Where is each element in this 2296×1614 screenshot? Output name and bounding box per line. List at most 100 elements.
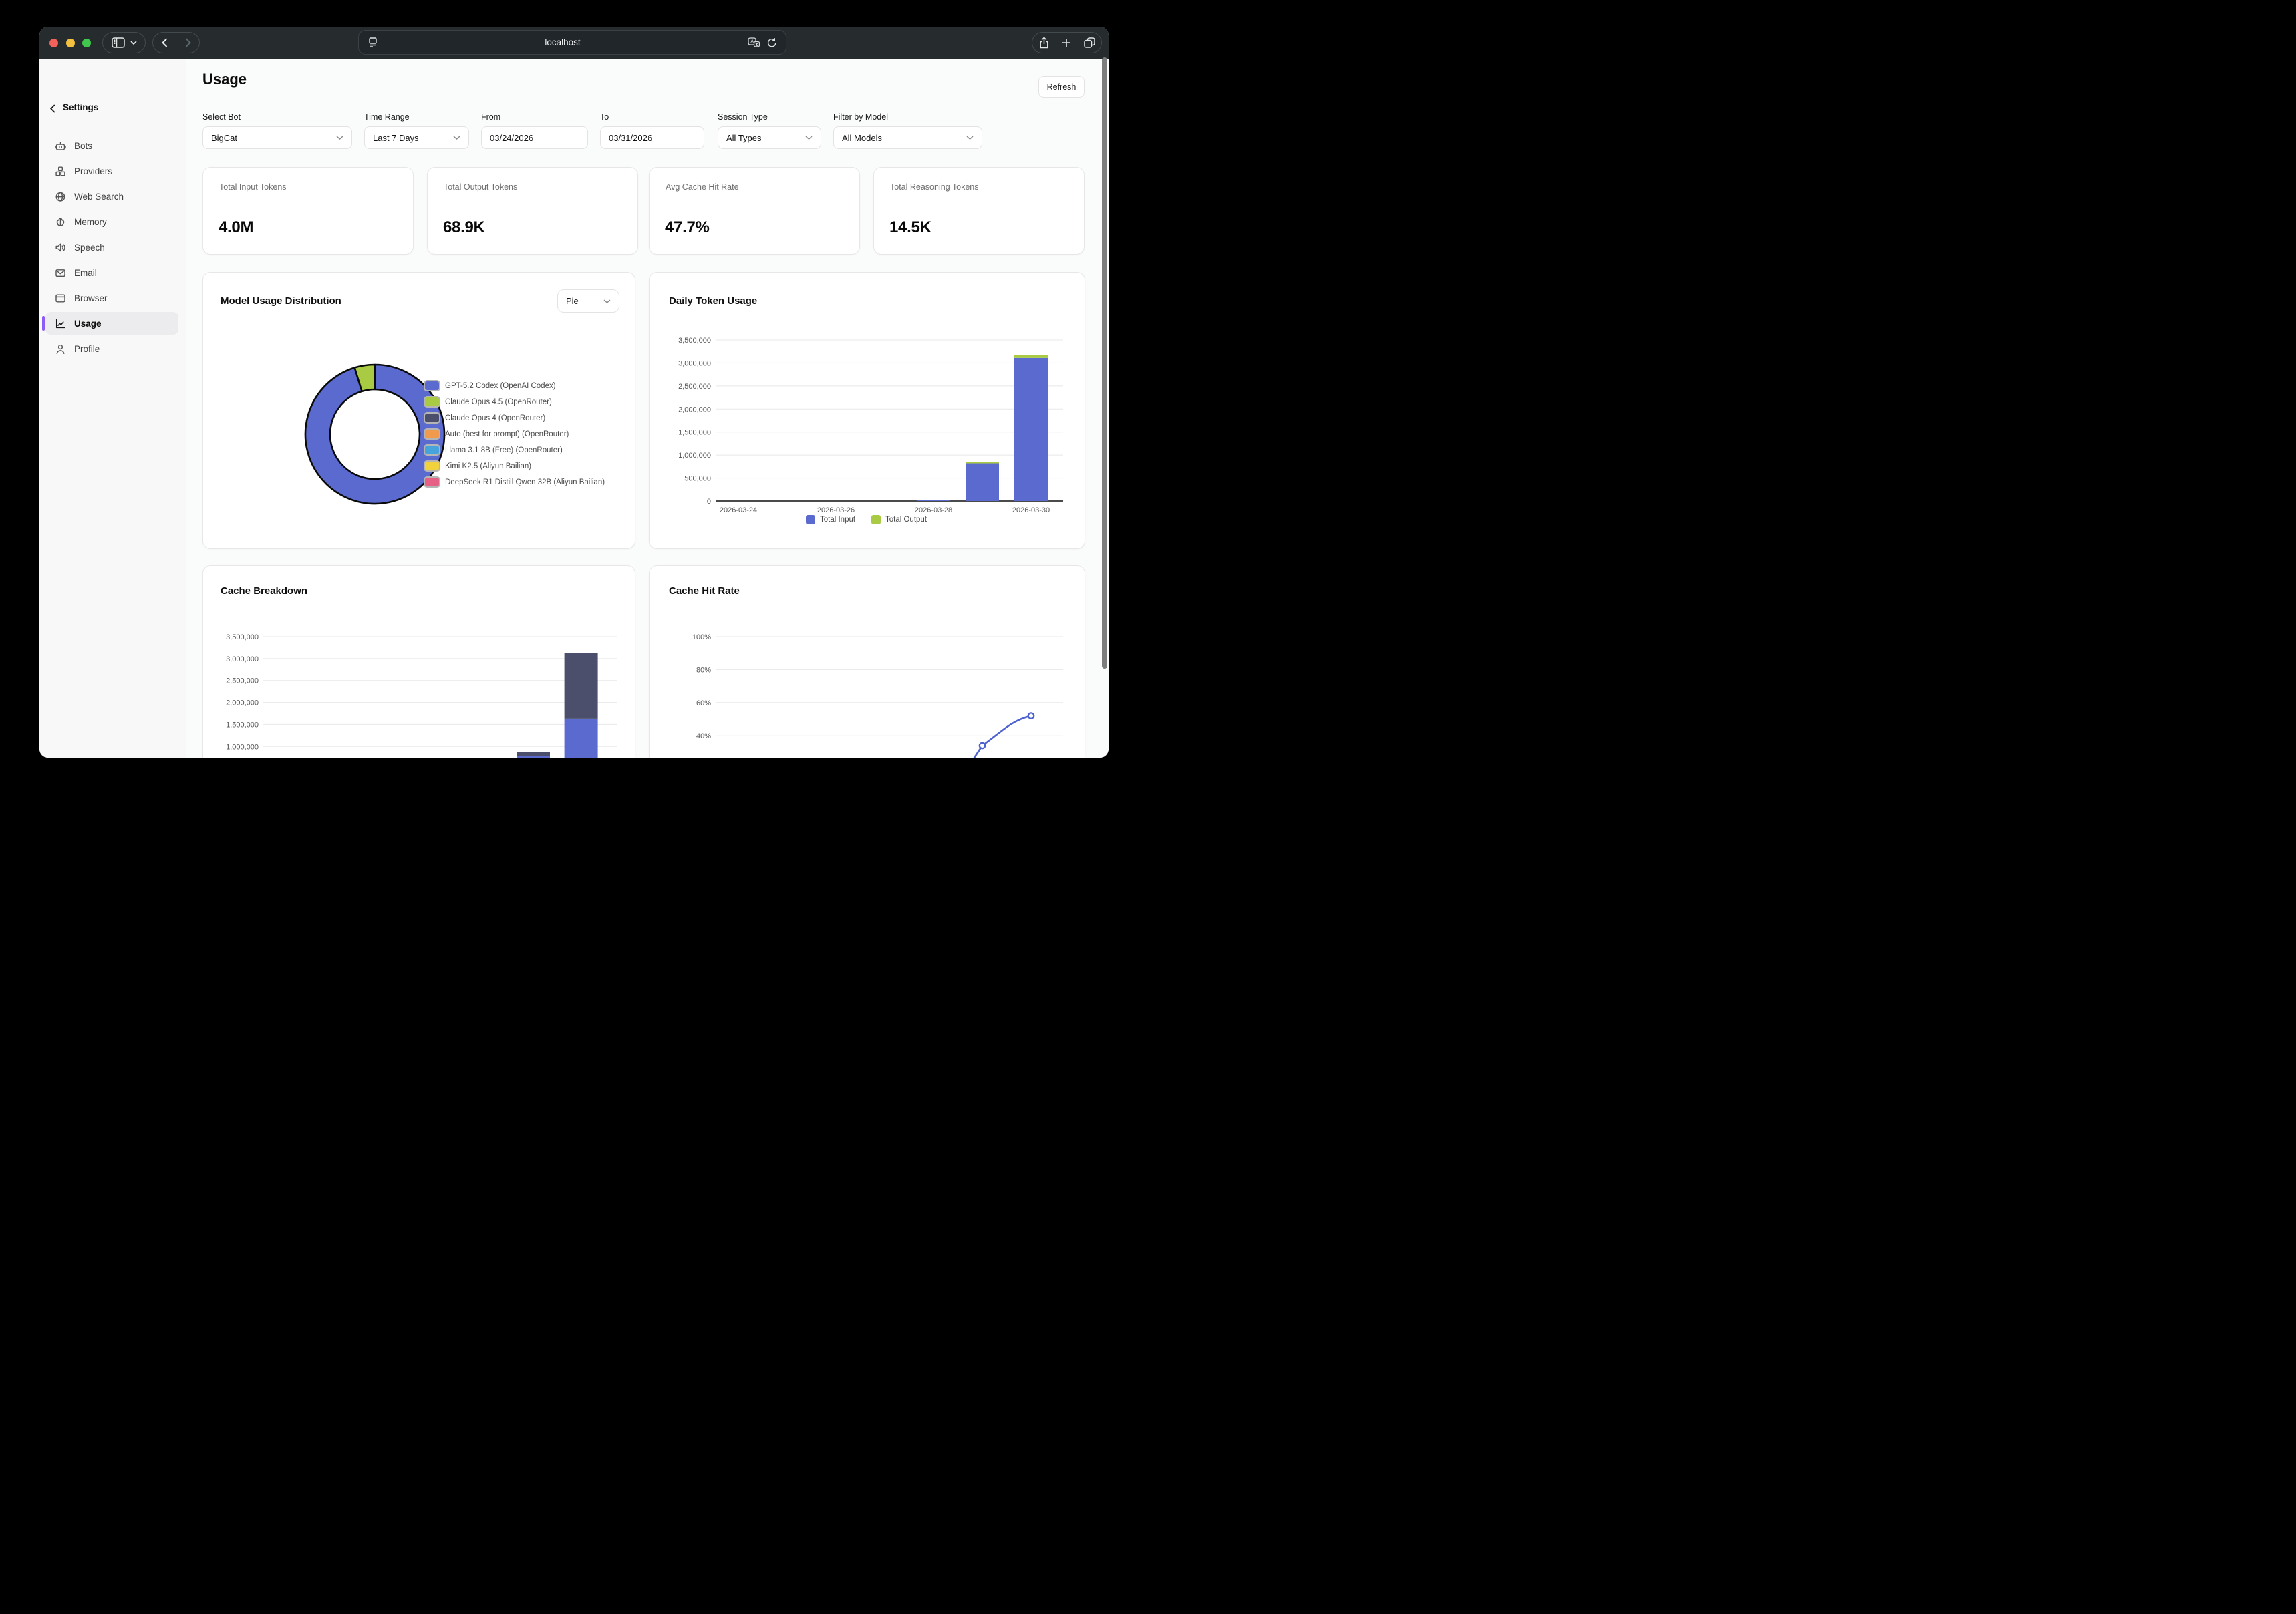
- legend-item[interactable]: Claude Opus 4 (OpenRouter): [424, 412, 545, 424]
- svg-text:1,500,000: 1,500,000: [226, 721, 259, 729]
- tab-overview-icon[interactable]: [1079, 37, 1101, 48]
- new-tab-icon[interactable]: [1055, 38, 1078, 47]
- desktop: localhost A: [0, 0, 1148, 807]
- svg-text:80%: 80%: [696, 666, 711, 674]
- svg-text:100%: 100%: [692, 633, 711, 641]
- svg-text:3,000,000: 3,000,000: [226, 655, 259, 663]
- legend-swatch: [424, 396, 440, 408]
- sidebar-item-web-search[interactable]: Web Search: [45, 185, 178, 208]
- svg-text:2026-03-24: 2026-03-24: [720, 506, 757, 514]
- legend-label: Total Output: [885, 516, 927, 524]
- stat-card-total-reasoning-tokens: Total Reasoning Tokens 14.5K: [873, 167, 1085, 255]
- usage-page: Usage Refresh Select BotBigCatTime Range…: [186, 59, 1109, 758]
- legend-item-total-input[interactable]: Total Input: [806, 515, 855, 524]
- chevron-down-icon: [453, 136, 460, 140]
- sidebar-item-label: Web Search: [74, 192, 124, 202]
- nav-buttons: [152, 32, 200, 53]
- legend-label: Llama 3.1 8B (Free) (OpenRouter): [445, 446, 563, 454]
- sidebar-item-speech[interactable]: Speech: [45, 236, 178, 259]
- forward-button[interactable]: [176, 38, 199, 47]
- filter-session-type-select[interactable]: All Types: [718, 126, 821, 149]
- svg-text:2,500,000: 2,500,000: [226, 677, 259, 685]
- legend-item[interactable]: GPT-5.2 Codex (OpenAI Codex): [424, 380, 556, 391]
- svg-text:2,000,000: 2,000,000: [226, 699, 259, 707]
- stat-label: Total Reasoning Tokens: [890, 182, 979, 192]
- brain-icon: [55, 216, 66, 228]
- sidebar-item-label: Profile: [74, 344, 100, 354]
- legend-swatch: [424, 460, 440, 472]
- donut-chart: [203, 273, 636, 550]
- legend-label: Kimi K2.5 (Aliyun Bailian): [445, 462, 531, 470]
- sidebar-item-label: Usage: [74, 319, 102, 329]
- sidebar-item-browser[interactable]: Browser: [45, 287, 178, 309]
- legend-item[interactable]: Llama 3.1 8B (Free) (OpenRouter): [424, 444, 563, 456]
- filter-from-field[interactable]: [490, 133, 579, 143]
- speaker-icon: [55, 242, 66, 253]
- chevron-down-icon: [966, 136, 974, 140]
- svg-text:2026-03-28: 2026-03-28: [915, 506, 952, 514]
- filter-filter-by-model-select[interactable]: All Models: [833, 126, 982, 149]
- sidebar-item-label: Providers: [74, 166, 112, 176]
- filter-value: Last 7 Days: [373, 133, 453, 143]
- legend-swatch: [424, 476, 440, 488]
- filter-to-input[interactable]: [600, 126, 704, 149]
- reload-icon[interactable]: [767, 37, 777, 48]
- stat-card-avg-cache-hit-rate: Avg Cache Hit Rate47.7%: [649, 167, 860, 255]
- sidebar-item-bots[interactable]: Bots: [45, 134, 178, 157]
- sidebar-item-usage[interactable]: Usage: [45, 312, 178, 335]
- sidebar-item-label: Memory: [74, 217, 107, 227]
- close-button[interactable]: [49, 39, 58, 47]
- sidebar-item-label: Speech: [74, 243, 105, 253]
- sidebar-item-email[interactable]: Email: [45, 261, 178, 284]
- stat-value: 14.5K: [889, 218, 931, 237]
- legend-label: Claude Opus 4.5 (OpenRouter): [445, 398, 552, 406]
- svg-text:3,000,000: 3,000,000: [678, 359, 711, 367]
- sidebar-item-memory[interactable]: Memory: [45, 210, 178, 233]
- legend-item[interactable]: Claude Opus 4.5 (OpenRouter): [424, 396, 552, 408]
- page-title: Usage: [202, 71, 247, 88]
- person-icon: [55, 343, 66, 355]
- address-bar[interactable]: localhost A: [358, 30, 786, 55]
- filter-label-from: From: [481, 112, 500, 122]
- minimize-button[interactable]: [66, 39, 75, 47]
- zoom-button[interactable]: [82, 39, 91, 47]
- url-text[interactable]: localhost: [378, 37, 748, 47]
- filter-to-field[interactable]: [609, 133, 696, 143]
- legend-label: Claude Opus 4 (OpenRouter): [445, 414, 545, 422]
- sidebar-panel-icon: [112, 37, 125, 48]
- legend-swatch: [871, 515, 881, 524]
- back-chevron-icon[interactable]: [50, 104, 55, 113]
- filter-from-input[interactable]: [481, 126, 588, 149]
- toolbar-right-buttons: [1032, 32, 1102, 53]
- page-format-icon[interactable]: [368, 37, 378, 47]
- sidebar-item-label: Browser: [74, 293, 108, 303]
- svg-text:2026-03-30: 2026-03-30: [1012, 506, 1050, 514]
- daily-token-usage-card: Daily Token Usage 0500,0001,000,0001,500…: [649, 272, 1085, 549]
- legend-item-total-output[interactable]: Total Output: [871, 515, 927, 524]
- legend-label: DeepSeek R1 Distill Qwen 32B (Aliyun Bai…: [445, 478, 605, 486]
- filter-time-range-select[interactable]: Last 7 Days: [364, 126, 469, 149]
- legend-item[interactable]: Auto (best for prompt) (OpenRouter): [424, 428, 569, 440]
- envelope-icon: [55, 267, 66, 279]
- stat-value: 47.7%: [665, 218, 710, 237]
- browser-toolbar: localhost A: [39, 27, 1109, 59]
- translate-icon[interactable]: A: [748, 37, 760, 48]
- svg-text:500,000: 500,000: [684, 475, 711, 483]
- legend-swatch: [424, 444, 440, 456]
- share-icon[interactable]: [1032, 37, 1055, 49]
- sidebar-item-providers[interactable]: Providers: [45, 160, 178, 182]
- svg-text:1,500,000: 1,500,000: [678, 429, 711, 437]
- model-usage-card: Model Usage Distribution Pie GPT-5.2 Cod…: [202, 272, 635, 549]
- sidebar-item-profile[interactable]: Profile: [45, 337, 178, 360]
- legend-item[interactable]: Kimi K2.5 (Aliyun Bailian): [424, 460, 531, 472]
- back-button[interactable]: [153, 38, 176, 47]
- legend-item[interactable]: DeepSeek R1 Distill Qwen 32B (Aliyun Bai…: [424, 476, 605, 488]
- sidebar-title: Settings: [63, 102, 98, 112]
- refresh-button[interactable]: Refresh: [1038, 76, 1085, 98]
- page-body: Settings Bots Providers Web Search Memory Sp…: [39, 59, 1109, 758]
- filter-label-select-bot: Select Bot: [202, 112, 241, 122]
- sidebar-toggle-button[interactable]: [102, 32, 146, 53]
- scrollbar-thumb[interactable]: [1102, 57, 1108, 669]
- legend-label: Auto (best for prompt) (OpenRouter): [445, 430, 569, 438]
- filter-select-bot-select[interactable]: BigCat: [202, 126, 352, 149]
